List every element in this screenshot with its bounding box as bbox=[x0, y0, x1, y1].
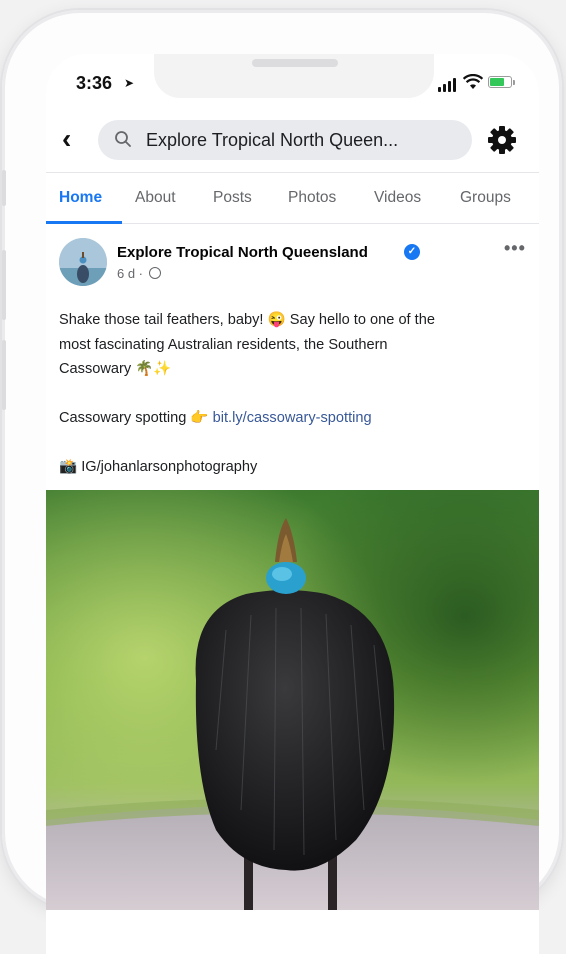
page-avatar[interactable] bbox=[59, 238, 107, 286]
location-arrow-icon: ➤ bbox=[124, 76, 135, 90]
spotting-line: Cassowary spotting 👉 bit.ly/cassowary-sp… bbox=[59, 406, 527, 431]
battery-icon bbox=[488, 76, 512, 88]
active-tab-indicator bbox=[46, 221, 122, 224]
search-header: ‹ Explore Tropical North Queen... bbox=[46, 116, 539, 164]
search-icon bbox=[115, 131, 131, 147]
spotting-link[interactable]: bit.ly/cassowary-spotting bbox=[213, 410, 372, 426]
speaker-grille bbox=[252, 59, 338, 67]
back-chevron-icon[interactable]: ‹ bbox=[62, 125, 71, 153]
post-meta: 6 d · bbox=[117, 266, 161, 281]
post-age[interactable]: 6 d · bbox=[117, 266, 143, 281]
phone-frame: 3:36 ➤ ‹ Explore Tropical North Queen...… bbox=[2, 10, 562, 954]
tab-groups[interactable]: Groups bbox=[460, 189, 511, 207]
post-photo[interactable] bbox=[46, 490, 539, 910]
gear-icon[interactable] bbox=[486, 124, 518, 156]
spotting-label: Cassowary spotting 👉 bbox=[59, 410, 209, 426]
page-tabs: Home About Posts Photos Videos Groups bbox=[46, 172, 539, 224]
page-name[interactable]: Explore Tropical North Queensland bbox=[117, 244, 368, 261]
search-query: Explore Tropical North Queen... bbox=[146, 130, 399, 150]
mute-switch bbox=[2, 170, 6, 206]
tab-photos[interactable]: Photos bbox=[288, 189, 336, 207]
verified-badge-icon: ✓ bbox=[404, 244, 420, 260]
notch bbox=[154, 54, 434, 98]
wifi-icon bbox=[463, 74, 483, 89]
cassowary-photo bbox=[46, 490, 539, 910]
tab-home[interactable]: Home bbox=[59, 189, 102, 207]
post-text-line: most fascinating Australian residents, t… bbox=[59, 336, 388, 353]
search-input[interactable]: Explore Tropical North Queen... bbox=[98, 120, 472, 160]
tab-videos[interactable]: Videos bbox=[374, 189, 421, 207]
battery-cap bbox=[513, 80, 515, 85]
post-body: Shake those tail feathers, baby! 😜 Say h… bbox=[59, 308, 527, 480]
status-time: 3:36 bbox=[76, 73, 113, 93]
globe-icon bbox=[148, 267, 161, 279]
tab-about[interactable]: About bbox=[135, 189, 176, 207]
more-options-icon[interactable]: ••• bbox=[504, 238, 526, 259]
cellular-signal-icon bbox=[438, 78, 458, 92]
volume-down-button bbox=[2, 340, 6, 410]
tab-posts[interactable]: Posts bbox=[213, 189, 252, 207]
post-text-line: Shake those tail feathers, baby! 😜 Say h… bbox=[59, 312, 435, 328]
post-text-line: Cassowary 🌴✨ bbox=[59, 361, 172, 377]
post-header: Explore Tropical North Queensland ✓ 6 d … bbox=[46, 238, 539, 294]
volume-up-button bbox=[2, 250, 6, 320]
photo-credit: 📸 IG/johanlarsonphotography bbox=[59, 459, 258, 475]
phone-screen: 3:36 ➤ ‹ Explore Tropical North Queen...… bbox=[46, 54, 539, 954]
